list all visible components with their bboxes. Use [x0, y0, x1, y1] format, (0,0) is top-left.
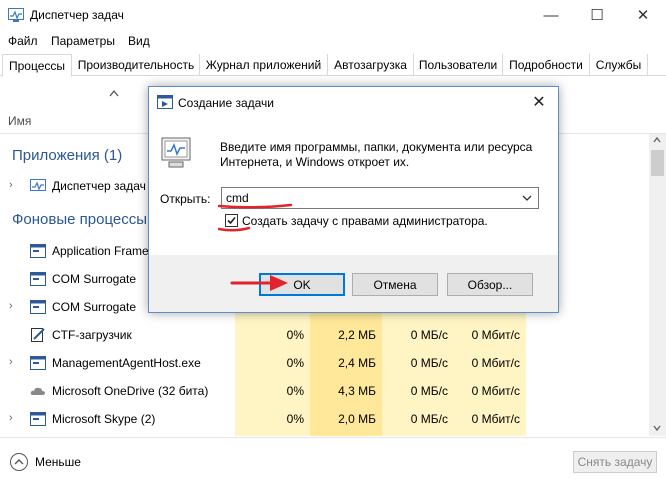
- menu-view[interactable]: Вид: [128, 34, 150, 48]
- red-arrow-annotation: [230, 275, 288, 291]
- sort-ascending-icon[interactable]: [109, 89, 119, 97]
- window-app-icon: [30, 412, 46, 426]
- dialog-description: Введите имя программы, папки, документа …: [220, 140, 533, 154]
- window-app-icon: [30, 244, 46, 258]
- dialog-title: Создание задачи: [178, 96, 274, 110]
- scroll-down-icon[interactable]: [653, 424, 661, 432]
- menu-file[interactable]: Файл: [8, 34, 38, 48]
- cancel-button[interactable]: Отмена: [352, 273, 438, 296]
- process-row[interactable]: › ManagementAgentHost.exe 0% 2,4 МБ 0 МБ…: [0, 349, 650, 377]
- section-background-heading[interactable]: Фоновые процессы: [12, 211, 147, 228]
- scroll-thumb[interactable]: [651, 150, 664, 176]
- network-value: 0 Мбит/с: [454, 377, 526, 405]
- column-header-name[interactable]: Имя: [8, 114, 31, 128]
- dialog-close-button[interactable]: ✕: [529, 92, 549, 112]
- expand-chevron-icon[interactable]: ›: [9, 179, 13, 191]
- process-name: COM Surrogate: [52, 300, 137, 314]
- network-value: 0 Мбит/с: [454, 405, 526, 433]
- tab-processes[interactable]: Процессы: [2, 54, 72, 77]
- red-underline-cmd-annotation: [217, 203, 293, 209]
- cpu-value: 0%: [235, 349, 310, 377]
- scroll-up-icon[interactable]: [653, 136, 661, 144]
- dialog-description: Интернета, и Windows откроет их.: [220, 155, 410, 169]
- process-name: Application Frame: [52, 244, 149, 258]
- process-name: CTF-загрузчик: [52, 328, 132, 342]
- cpu-value: 0%: [235, 321, 310, 349]
- title-bar: Диспетчер задач — ☐ ✕: [0, 0, 666, 30]
- window-app-icon: [30, 272, 46, 286]
- close-button[interactable]: ✕: [620, 0, 666, 30]
- open-label: Открыть:: [160, 192, 211, 206]
- process-row[interactable]: Microsoft OneDrive (32 бита) 0% 4,3 МБ 0…: [0, 377, 650, 405]
- network-value: 0 Мбит/с: [454, 349, 526, 377]
- process-name: COM Surrogate: [52, 272, 137, 286]
- memory-value: 4,3 МБ: [310, 377, 382, 405]
- fewer-details-link[interactable]: Меньше: [35, 455, 81, 469]
- tab-details[interactable]: Подробности: [503, 54, 590, 76]
- process-name: Диспетчер задач: [52, 179, 146, 193]
- vertical-scrollbar[interactable]: [649, 134, 666, 436]
- maximize-button[interactable]: ☐: [574, 0, 620, 30]
- dialog-title-bar: Создание задачи ✕: [149, 87, 558, 117]
- expand-chevron-icon[interactable]: ›: [9, 412, 13, 424]
- tab-performance[interactable]: Производительность: [73, 54, 200, 76]
- run-dialog-icon: [157, 95, 173, 109]
- browse-button[interactable]: Обзор...: [447, 273, 533, 296]
- menu-options[interactable]: Параметры: [51, 34, 115, 48]
- tab-strip: Процессы Производительность Журнал прило…: [0, 54, 666, 77]
- ctf-loader-icon: [31, 328, 45, 342]
- disk-value: 0 МБ/с: [382, 377, 454, 405]
- cpu-value: 0%: [235, 405, 310, 433]
- cpu-value: 0%: [235, 377, 310, 405]
- tab-users[interactable]: Пользователи: [414, 54, 503, 76]
- tab-services[interactable]: Службы: [590, 54, 648, 76]
- disk-value: 0 МБ/с: [382, 349, 454, 377]
- process-name: Microsoft Skype (2): [52, 412, 156, 426]
- memory-value: 2,2 МБ: [310, 321, 382, 349]
- window-app-icon: [30, 356, 46, 370]
- onedrive-cloud-icon: [30, 387, 45, 395]
- task-manager-icon: [30, 179, 46, 191]
- process-name: Microsoft OneDrive (32 бита): [52, 384, 209, 398]
- footer: Меньше Снять задачу: [0, 437, 666, 486]
- process-row[interactable]: › Microsoft Skype (2) 0% 2,0 МБ 0 МБ/с 0…: [0, 405, 650, 433]
- memory-value: 2,0 МБ: [310, 405, 382, 433]
- chevron-down-icon[interactable]: [522, 195, 532, 202]
- expand-chevron-icon[interactable]: ›: [9, 300, 13, 312]
- network-value: 0 Мбит/с: [454, 321, 526, 349]
- tab-app-history[interactable]: Журнал приложений: [200, 54, 328, 76]
- process-name: ManagementAgentHost.exe: [52, 356, 201, 370]
- disk-value: 0 МБ/с: [382, 321, 454, 349]
- expand-chevron-icon[interactable]: ›: [9, 356, 13, 368]
- task-manager-icon: [8, 8, 24, 22]
- dialog-button-bar: OK Отмена Обзор...: [149, 255, 558, 312]
- admin-rights-label[interactable]: Создать задачу с правами администратора.: [242, 214, 488, 228]
- collapse-chevron-icon[interactable]: [10, 453, 28, 471]
- create-task-dialog: Создание задачи ✕ Введите имя программы,…: [148, 86, 559, 313]
- minimize-button[interactable]: —: [528, 0, 574, 30]
- memory-value: 2,4 МБ: [310, 349, 382, 377]
- computer-run-icon: [161, 137, 191, 168]
- process-row[interactable]: CTF-загрузчик 0% 2,2 МБ 0 МБ/с 0 Мбит/с: [0, 321, 650, 349]
- menu-bar: Файл Параметры Вид: [0, 31, 666, 51]
- window-app-icon: [30, 300, 46, 314]
- section-apps-heading[interactable]: Приложения (1): [12, 147, 122, 164]
- tab-startup[interactable]: Автозагрузка: [328, 54, 414, 76]
- window-title: Диспетчер задач: [30, 8, 124, 22]
- disk-value: 0 МБ/с: [382, 405, 454, 433]
- end-task-button[interactable]: Снять задачу: [573, 451, 657, 473]
